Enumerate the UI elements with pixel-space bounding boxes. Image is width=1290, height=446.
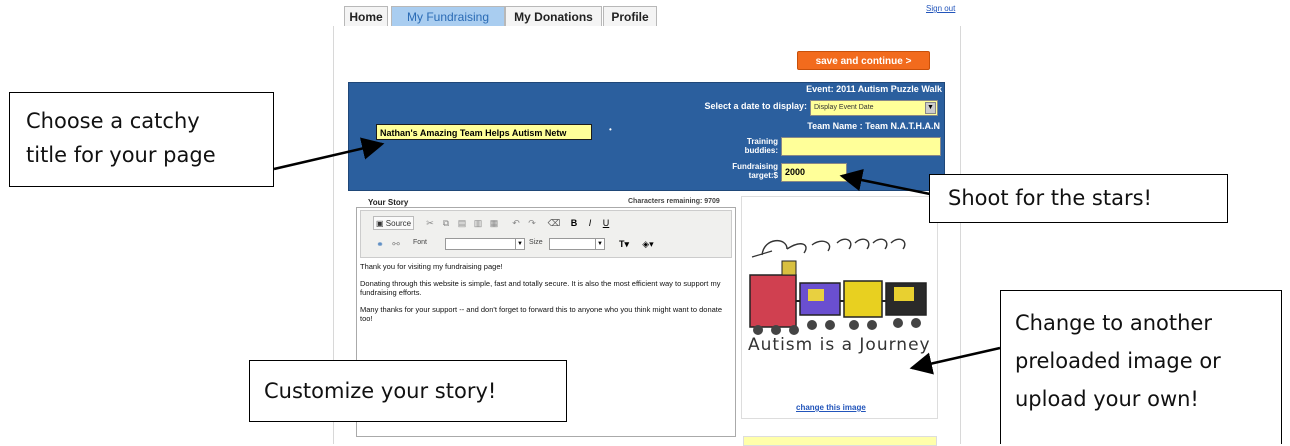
title-callout-arrow [273,137,385,171]
title-callout-line: Choose a catchy [26,109,200,133]
story-callout: Customize your story! [249,360,567,422]
image-callout-arrow [909,346,1001,375]
stars-callout: Shoot for the stars! [929,174,1228,223]
title-callout-line: title for your page [26,143,216,167]
image-callout-line: Change to another [1015,311,1212,335]
title-callout: Choose a catchy title for your page [9,92,274,187]
image-callout-line: upload your own! [1015,387,1199,411]
image-callout: Change to another preloaded image or upl… [1000,290,1282,444]
image-callout-line: preloaded image or [1015,349,1221,373]
stars-callout-arrow [839,168,931,196]
